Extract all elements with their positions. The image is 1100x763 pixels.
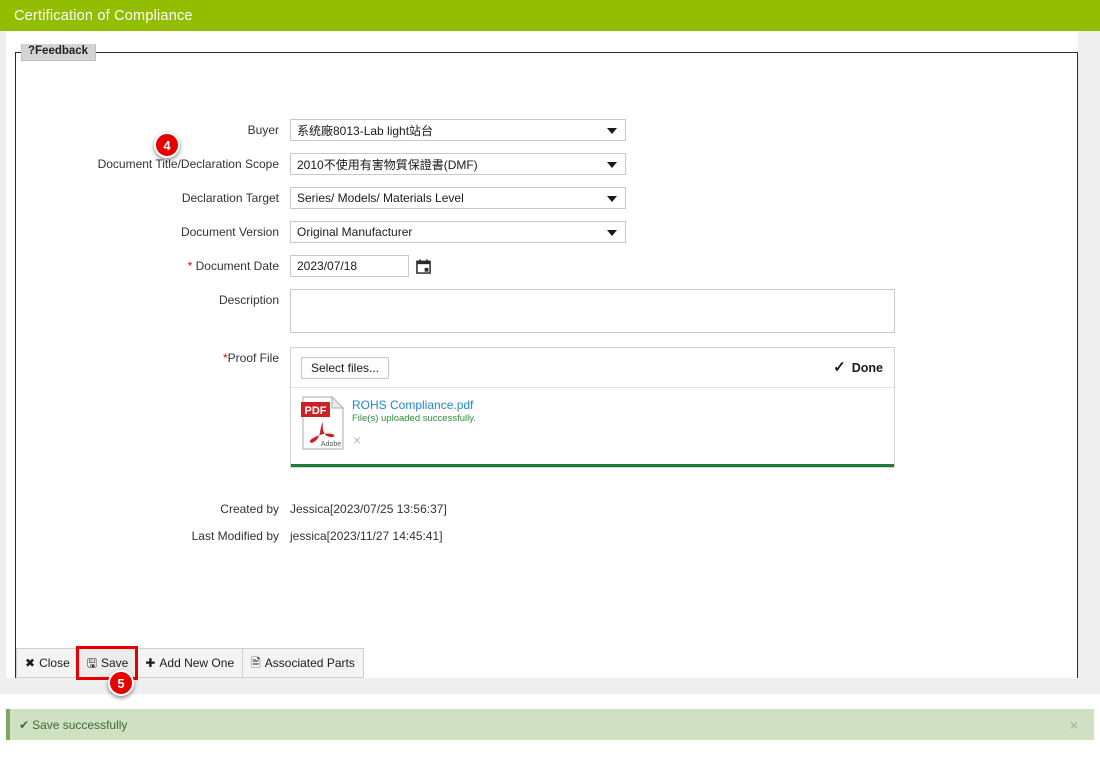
document-date-input[interactable]: 2023/07/18 (290, 255, 409, 277)
created-by-value: Jessica[2023/07/25 13:56:37] (290, 502, 447, 516)
form-toolbar: ✖ Close 🖫 Save ✚ Add New One 🖹 Associate… (16, 646, 364, 680)
check-icon: ✓ (833, 359, 846, 376)
document-date-value: 2023/07/18 (297, 259, 358, 273)
last-modified-by-label: Last Modified by (191, 529, 279, 543)
feedback-tab[interactable]: ?Feedback (21, 44, 97, 61)
field-row-description: Description (30, 289, 895, 333)
form-card: ?Feedback 4 5 Buyer 系统廠8013-Lab light站台 … (15, 44, 1078, 696)
page-background: ?Feedback 4 5 Buyer 系统廠8013-Lab light站台 … (0, 31, 1100, 696)
upload-progress-bar (291, 464, 894, 467)
toast-message: Save successfully (32, 717, 128, 732)
step-marker-5-number: 5 (117, 675, 125, 691)
document-title-value: 2010不使用有害物質保證書(DMF) (297, 157, 478, 172)
document-version-value: Original Manufacturer (297, 225, 413, 239)
close-icon[interactable]: × (1070, 718, 1078, 732)
window-titlebar: Certification of Compliance (0, 0, 1100, 31)
field-row-document-title: Document Title/Declaration Scope 2010不使用… (30, 153, 626, 175)
associated-parts-button[interactable]: 🖹 Associated Parts (242, 648, 364, 678)
close-icon: ✖ (25, 656, 36, 670)
add-new-one-label: Add New One (159, 656, 235, 670)
field-row-proof-file: *Proof File Select files... ✓ Done PDF A… (30, 347, 895, 468)
select-files-button[interactable]: Select files... (301, 356, 390, 379)
uploaded-file-info: ROHS Compliance.pdf File(s) uploaded suc… (352, 396, 476, 464)
toast-message-wrap: ✔ Save successfully (19, 718, 127, 732)
associated-parts-label: Associated Parts (264, 656, 355, 670)
field-row-buyer: Buyer 系统廠8013-Lab light站台 (30, 119, 626, 141)
svg-text:Adobe: Adobe (321, 441, 341, 448)
field-row-created-by: Created by Jessica[2023/07/25 13:56:37] (30, 498, 447, 520)
field-row-document-date: * Document Date 2023/07/18 (30, 255, 431, 277)
description-label: Description (218, 293, 279, 307)
page-title: Certification of Compliance (14, 7, 193, 24)
uploaded-file-status: File(s) uploaded successfully. (352, 413, 476, 424)
document-title-select[interactable]: 2010不使用有害物質保證書(DMF) (290, 153, 626, 175)
field-row-document-version: Document Version Original Manufacturer (30, 221, 626, 243)
document-date-label-text: Document Date (195, 259, 279, 273)
declaration-target-label: Declaration Target (181, 191, 279, 205)
step-marker-5: 5 (108, 670, 134, 696)
uploaded-file-name[interactable]: ROHS Compliance.pdf (352, 398, 476, 412)
upload-status-label: Done (851, 360, 883, 375)
save-disk-icon: 🖫 (86, 656, 97, 670)
proof-file-label: *Proof File (30, 347, 290, 369)
step-marker-4: 4 (154, 132, 180, 158)
declaration-target-value: Series/ Models/ Materials Level (297, 191, 464, 205)
required-asterisk: * (187, 259, 193, 273)
calendar-icon[interactable] (416, 259, 431, 274)
chevron-down-icon (607, 196, 617, 202)
document-version-select[interactable]: Original Manufacturer (290, 221, 626, 243)
svg-text:PDF: PDF (305, 405, 327, 417)
close-button[interactable]: ✖ Close (16, 648, 78, 678)
buyer-select[interactable]: 系统廠8013-Lab light站台 (290, 119, 626, 141)
uploaded-file-list: PDF Adobe ROHS Compliance.pdf File(s) up… (291, 388, 894, 464)
description-textarea[interactable] (290, 289, 895, 333)
upload-header: Select files... ✓ Done (291, 348, 894, 388)
created-by-label: Created by (220, 502, 279, 516)
proof-file-upload-widget: Select files... ✓ Done PDF Adobe ROHS Co… (290, 347, 895, 468)
proof-file-label-text: Proof File (227, 351, 279, 365)
chevron-down-icon (607, 162, 617, 168)
remove-file-icon[interactable]: × (353, 433, 361, 447)
add-new-one-button[interactable]: ✚ Add New One (136, 648, 243, 678)
step-marker-4-number: 4 (163, 137, 171, 153)
close-button-label: Close (39, 656, 70, 670)
document-version-label: Document Version (180, 225, 279, 239)
save-button-label: Save (100, 656, 129, 670)
plus-icon: ✚ (145, 656, 156, 670)
last-modified-by-value: jessica[2023/11/27 14:45:41] (290, 529, 443, 543)
status-toast: ✔ Save successfully × (6, 709, 1094, 740)
buyer-value: 系统廠8013-Lab light站台 (297, 123, 434, 138)
field-row-declaration-target: Declaration Target Series/ Models/ Mater… (30, 187, 626, 209)
field-row-last-modified-by: Last Modified by jessica[2023/11/27 14:4… (30, 525, 443, 547)
document-icon: 🖹 (251, 656, 261, 670)
upload-status: ✓ Done (833, 360, 883, 375)
check-icon: ✔ (19, 717, 30, 732)
pdf-icon: PDF Adobe (301, 395, 345, 450)
declaration-target-select[interactable]: Series/ Models/ Materials Level (290, 187, 626, 209)
feedback-tab-label: ?Feedback (28, 45, 89, 58)
document-date-label: * Document Date (30, 255, 290, 277)
chevron-down-icon (607, 230, 617, 236)
chevron-down-icon (607, 128, 617, 134)
